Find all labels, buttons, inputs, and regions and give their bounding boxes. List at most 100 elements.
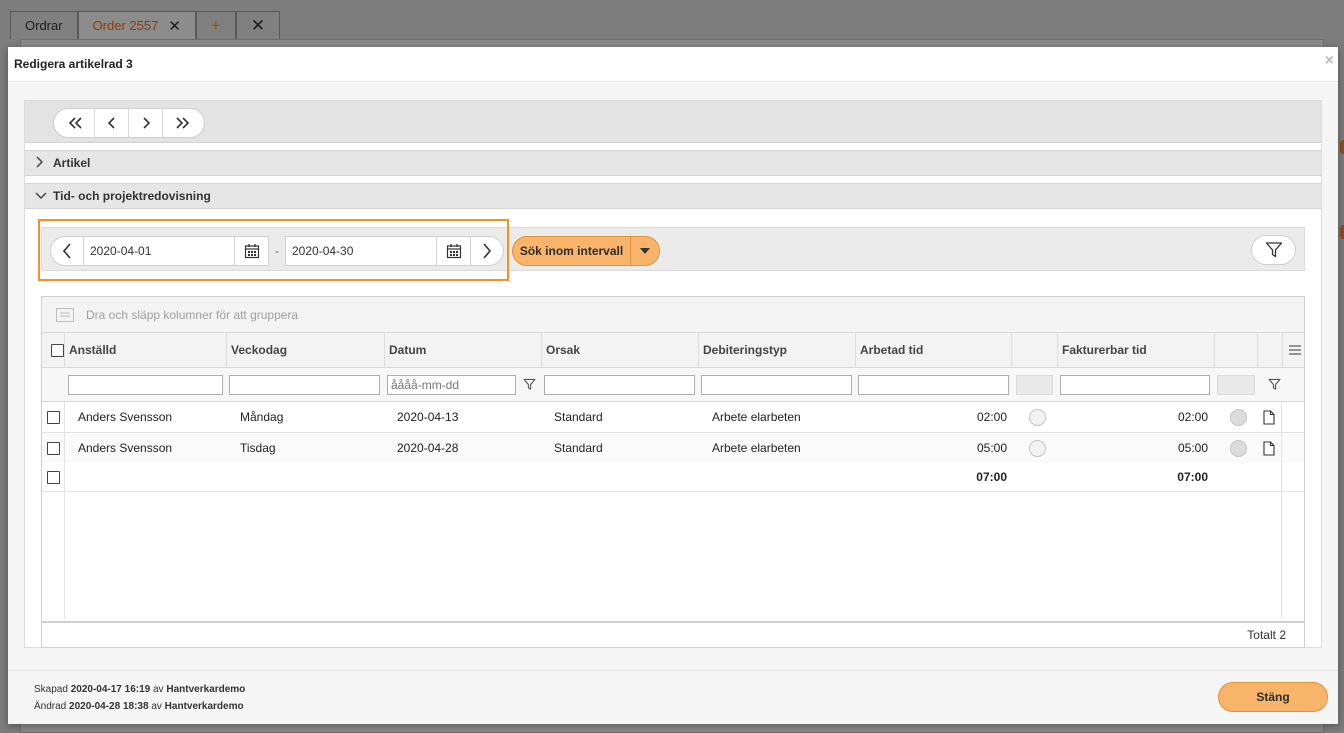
filter-veckodag-input[interactable] xyxy=(229,374,380,395)
column-menu-icon[interactable] xyxy=(1282,333,1306,367)
row-checkbox[interactable] xyxy=(47,433,60,463)
grid-line xyxy=(1281,402,1282,619)
status-circle-icon xyxy=(1230,433,1247,463)
group-hint: Dra och släpp kolumner för att gruppera xyxy=(86,307,299,322)
filter-icon[interactable] xyxy=(1268,368,1281,401)
section-label: Tid- och projektredovisning xyxy=(53,189,211,203)
dialog-footer: Skapad 2020-04-17 16:19 av Hantverkardem… xyxy=(8,670,1338,724)
close-tab-button[interactable]: ✕ xyxy=(235,11,281,39)
date-separator: - xyxy=(275,244,279,258)
tab-label: Order 2557 xyxy=(92,18,159,33)
tab-ordrar[interactable]: Ordrar xyxy=(10,11,78,39)
filter-anstalld-input[interactable] xyxy=(68,374,223,395)
col-orsak[interactable]: Orsak xyxy=(541,333,698,367)
cell-anstalld: Anders Svensson xyxy=(78,410,173,424)
document-icon[interactable] xyxy=(1263,433,1275,463)
chevron-left-icon xyxy=(107,117,115,129)
cell-datum: 2020-04-28 xyxy=(397,441,459,455)
table-row[interactable]: Anders Svensson Tisdag 2020-04-28 Standa… xyxy=(42,433,1304,464)
cell-datum: 2020-04-13 xyxy=(397,410,459,424)
close-icon[interactable]: ✕ xyxy=(168,17,181,35)
chevron-right-icon xyxy=(483,243,492,259)
total-fakturerbar: 07:00 xyxy=(1177,470,1208,484)
first-record-button[interactable] xyxy=(54,109,95,137)
col-fakturerbar-tid[interactable]: Fakturerbar tid xyxy=(1057,333,1214,367)
tab-order[interactable]: Order 2557 ✕ xyxy=(77,11,196,39)
changed-info: Ändrad 2020-04-28 18:38 av Hantverkardem… xyxy=(34,701,244,712)
prev-record-button[interactable] xyxy=(95,109,129,137)
date-to-input[interactable] xyxy=(286,237,436,265)
record-nav-group xyxy=(53,108,205,138)
status-circle-icon xyxy=(1029,433,1046,463)
chevron-right-icon xyxy=(35,155,53,171)
record-nav-bar xyxy=(25,101,1321,143)
side-marker xyxy=(1340,225,1344,239)
filter-arbetad-status xyxy=(1016,374,1053,395)
search-interval-button[interactable]: Sök inom intervall xyxy=(512,236,660,266)
last-record-button[interactable] xyxy=(163,109,204,137)
filter-debiteringstyp-input[interactable] xyxy=(701,374,852,395)
tab-label: Ordrar xyxy=(25,18,63,33)
row-checkbox[interactable] xyxy=(47,463,60,491)
document-icon[interactable] xyxy=(1263,402,1275,432)
filter-orsak-input[interactable] xyxy=(544,374,695,395)
col-arbetad-tid[interactable]: Arbetad tid xyxy=(855,333,1011,367)
next-record-button[interactable] xyxy=(129,109,163,137)
filter-icon xyxy=(1265,242,1282,258)
cell-orsak: Standard xyxy=(554,410,603,424)
cell-debiteringstyp: Arbete elarbeten xyxy=(712,410,801,424)
filter-datum-input[interactable] xyxy=(387,374,516,395)
cell-orsak: Standard xyxy=(554,441,603,455)
col-debiteringstyp[interactable]: Debiteringstyp xyxy=(698,333,855,367)
cell-fakturerbar: 02:00 xyxy=(1177,410,1208,424)
date-toolbar: - Sök inom intervall xyxy=(41,227,1305,271)
select-all-checkbox[interactable] xyxy=(47,333,64,367)
dialog-title: Redigera artikelrad 3 xyxy=(14,57,133,71)
created-info: Skapad 2020-04-17 16:19 av Hantverkardem… xyxy=(34,684,246,695)
col-fakturerbar-status xyxy=(1214,333,1257,367)
chevron-right-icon xyxy=(142,117,150,129)
filter-arbetad-input[interactable] xyxy=(858,374,1009,395)
tab-bar: Ordrar Order 2557 ✕ + ✕ xyxy=(10,11,281,39)
chevron-left-icon xyxy=(62,243,71,259)
date-from-input[interactable] xyxy=(84,237,234,265)
add-tab-button[interactable]: + xyxy=(195,11,236,39)
filter-icon[interactable] xyxy=(523,368,536,401)
col-arbetad-status xyxy=(1011,333,1057,367)
grid-footer: Totalt 2 xyxy=(42,621,1304,647)
calendar-icon[interactable] xyxy=(234,237,268,265)
col-anstalld[interactable]: Anställd xyxy=(64,333,227,367)
cell-anstalld: Anders Svensson xyxy=(78,441,173,455)
double-chevron-right-icon xyxy=(175,117,189,129)
filter-fakturerbar-input[interactable] xyxy=(1060,374,1210,395)
col-doc xyxy=(1257,333,1281,367)
status-circle-icon xyxy=(1029,402,1046,432)
section-artikel[interactable]: Artikel xyxy=(25,150,1321,176)
col-veckodag[interactable]: Veckodag xyxy=(226,333,384,367)
totals-row: 07:00 07:00 xyxy=(42,463,1304,492)
calendar-icon[interactable] xyxy=(436,237,470,265)
filter-button[interactable] xyxy=(1251,235,1296,265)
record-meta: Skapad 2020-04-17 16:19 av Hantverkardem… xyxy=(34,681,245,715)
row-checkbox[interactable] xyxy=(47,402,60,432)
content-box: Artikel Tid- och projektredovisning 2020… xyxy=(24,100,1322,648)
total-count: Totalt 2 xyxy=(1247,628,1286,642)
double-chevron-left-icon xyxy=(68,117,82,129)
close-icon[interactable]: × xyxy=(1325,52,1334,70)
next-period-button[interactable] xyxy=(470,236,504,266)
section-label: Artikel xyxy=(53,156,91,170)
filter-fakturerbar-status xyxy=(1217,374,1255,395)
cell-arbetad: 02:00 xyxy=(976,410,1007,424)
cell-fakturerbar: 05:00 xyxy=(1177,441,1208,455)
date-to-field xyxy=(285,236,471,266)
close-button[interactable]: Stäng xyxy=(1218,682,1328,712)
group-panel: Dra och släpp kolumner för att gruppera xyxy=(42,297,1304,333)
prev-period-button[interactable] xyxy=(50,236,84,266)
cell-debiteringstyp: Arbete elarbeten xyxy=(712,441,801,455)
section-tid-projekt[interactable]: Tid- och projektredovisning xyxy=(25,183,1321,209)
table-row[interactable]: Anders Svensson Måndag 2020-04-13 Standa… xyxy=(42,402,1304,433)
total-arbetad: 07:00 xyxy=(976,470,1007,484)
caret-down-icon[interactable] xyxy=(631,248,659,254)
grid-line xyxy=(64,402,65,619)
col-datum[interactable]: Datum xyxy=(384,333,541,367)
